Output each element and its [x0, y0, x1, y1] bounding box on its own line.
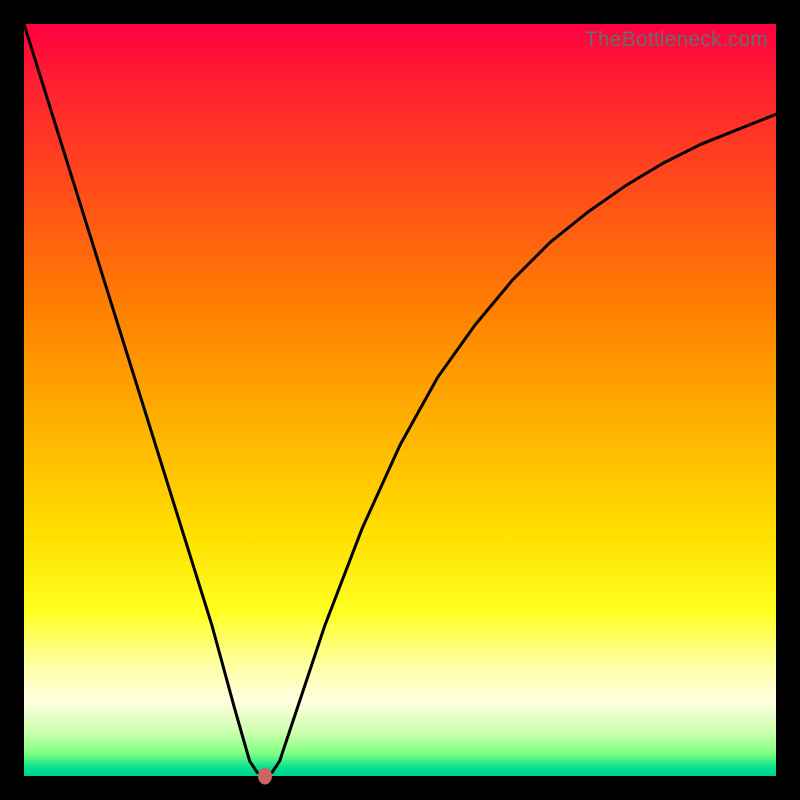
- plot-area: TheBottleneck.com: [24, 24, 776, 776]
- bottleneck-curve: [24, 24, 776, 776]
- optimal-point-marker: [258, 768, 272, 785]
- chart-container: TheBottleneck.com: [0, 0, 800, 800]
